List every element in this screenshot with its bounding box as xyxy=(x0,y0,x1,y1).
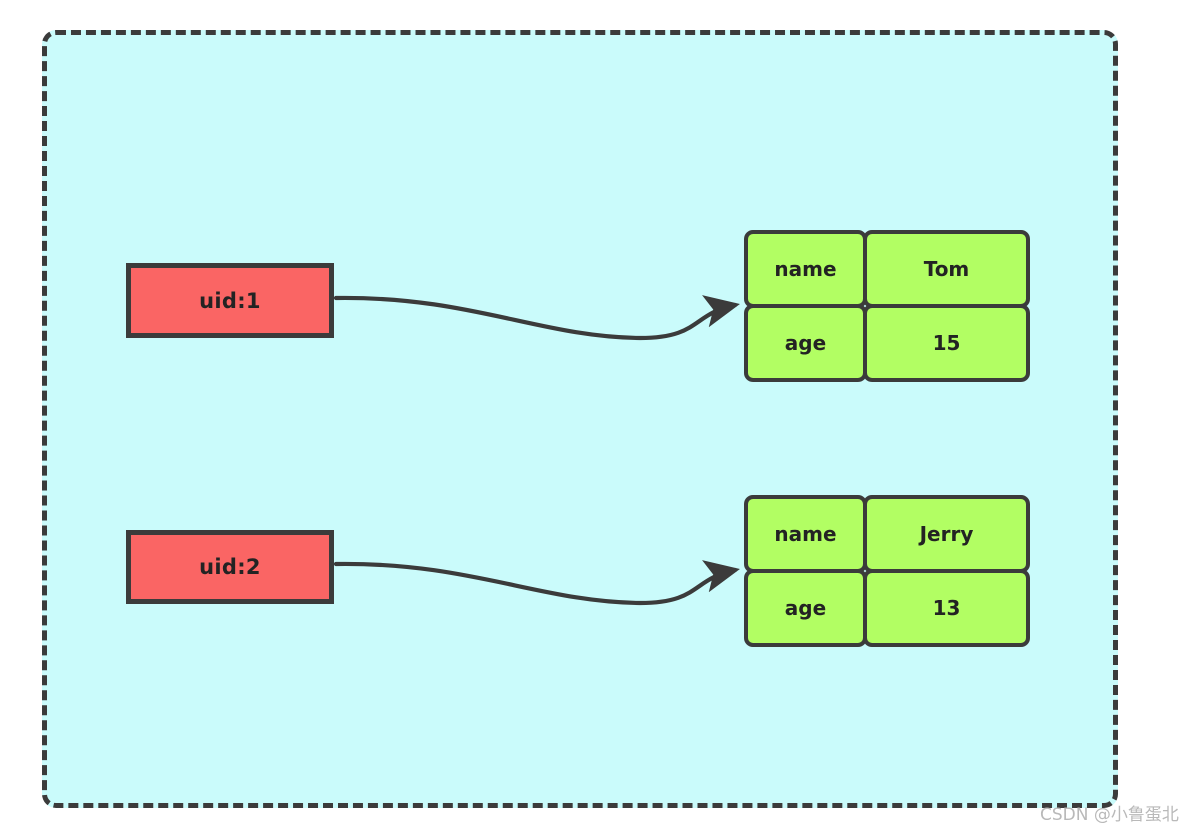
hash-value-label: 15 xyxy=(932,331,961,355)
dashed-container xyxy=(42,30,1118,808)
hash-field-label: name xyxy=(774,257,837,281)
hash-field-cell[interactable]: name xyxy=(744,230,867,308)
hash-field-label: age xyxy=(784,596,827,620)
hash-value-cell[interactable]: Jerry xyxy=(863,495,1030,573)
key-box-uid-2[interactable]: uid:2 xyxy=(126,530,334,604)
key-box-label: uid:1 xyxy=(199,288,261,313)
hash-value-cell[interactable]: Tom xyxy=(863,230,1030,308)
hash-field-cell[interactable]: age xyxy=(744,569,867,647)
hash-value-label: Tom xyxy=(923,257,970,281)
hash-field-cell[interactable]: age xyxy=(744,304,867,382)
hash-value-label: Jerry xyxy=(919,522,974,546)
hash-field-label: name xyxy=(774,522,837,546)
hash-table-uid-2: name Jerry age 13 xyxy=(744,495,1030,647)
key-box-uid-1[interactable]: uid:1 xyxy=(126,263,334,338)
hash-value-cell[interactable]: 13 xyxy=(863,569,1030,647)
key-box-label: uid:2 xyxy=(199,555,261,579)
hash-value-cell[interactable]: 15 xyxy=(863,304,1030,382)
hash-table-uid-1: name Tom age 15 xyxy=(744,230,1030,382)
diagram-canvas: uid:1 uid:2 name Tom age 15 name Jerry a… xyxy=(0,0,1184,834)
watermark: CSDN @小鲁蛋北 xyxy=(1040,805,1179,825)
hash-field-label: age xyxy=(784,331,827,355)
hash-value-label: 13 xyxy=(932,596,961,620)
hash-field-cell[interactable]: name xyxy=(744,495,867,573)
